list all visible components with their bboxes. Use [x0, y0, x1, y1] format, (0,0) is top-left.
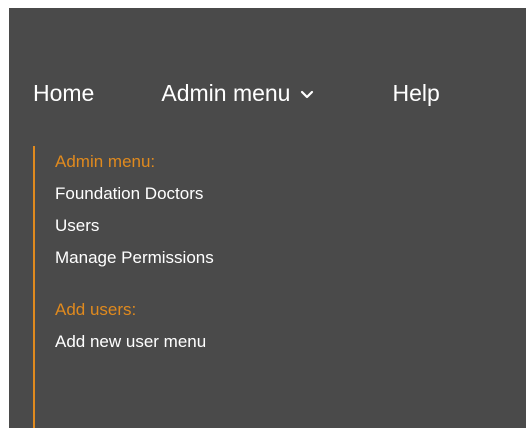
nav-home-label: Home — [33, 80, 95, 106]
nav-home-link[interactable]: Home — [33, 78, 94, 108]
admin-dropdown-menu: Admin menu: Foundation Doctors Users Man… — [33, 146, 214, 428]
nav-admin-menu-label: Admin menu — [161, 80, 291, 106]
nav-help-label: Help — [392, 80, 440, 106]
section-label-add-users: Add users: — [55, 300, 137, 319]
nav-help-link[interactable]: Help — [392, 78, 439, 108]
nav-admin-menu-toggle[interactable]: Admin menu — [161, 78, 314, 108]
menu-item-users[interactable]: Users — [55, 215, 99, 237]
menu-item-manage-permissions[interactable]: Manage Permissions — [55, 247, 214, 269]
app-frame: Home Admin menu Help Admin menu: Foundat… — [9, 8, 526, 428]
section-divider-gap — [35, 274, 214, 294]
top-nav: Home Admin menu Help — [33, 78, 440, 108]
menu-item-foundation-doctors[interactable]: Foundation Doctors — [55, 183, 203, 205]
menu-item-add-new-user-menu[interactable]: Add new user menu — [55, 331, 206, 353]
section-label-admin-menu: Admin menu: — [55, 152, 156, 171]
chevron-down-icon — [300, 90, 314, 100]
